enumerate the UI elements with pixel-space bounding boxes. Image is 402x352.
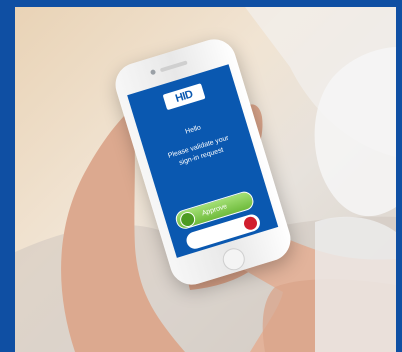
- close-icon: [242, 215, 259, 232]
- front-camera: [149, 69, 157, 76]
- hid-logo: HID: [162, 83, 206, 111]
- screen-message-block: Hello Please validate your sign-in reque…: [141, 110, 253, 177]
- earpiece-speaker: [159, 60, 188, 73]
- check-icon: [178, 210, 198, 229]
- photo: HID Hello Please validate your sign-in r…: [15, 7, 396, 352]
- approve-label: Approve: [201, 203, 229, 218]
- home-button: [220, 245, 248, 273]
- image-frame: HID Hello Please validate your sign-in r…: [0, 0, 402, 352]
